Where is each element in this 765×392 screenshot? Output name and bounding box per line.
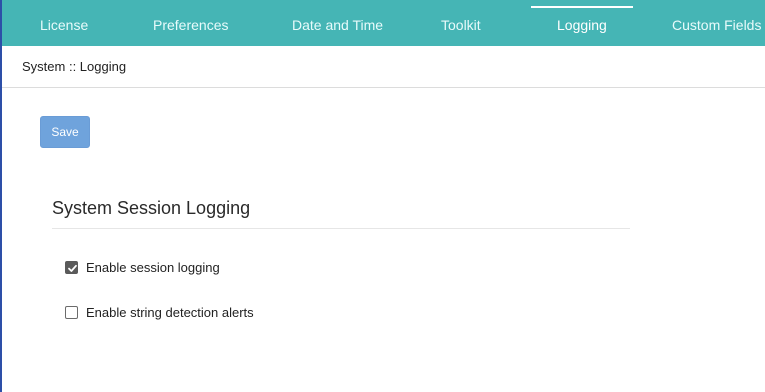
section-title: System Session Logging <box>52 198 251 218</box>
save-button[interactable]: Save <box>40 116 90 148</box>
enable-session-logging-label: Enable session logging <box>86 259 220 275</box>
tab-bar: License Preferences Date and Time Toolki… <box>2 0 765 46</box>
tab-preferences[interactable]: Preferences <box>153 0 228 46</box>
tab-custom-fields[interactable]: Custom Fields <box>672 0 761 46</box>
tab-date-and-time[interactable]: Date and Time <box>292 0 383 46</box>
tab-toolkit[interactable]: Toolkit <box>441 0 481 46</box>
section-divider <box>52 228 630 229</box>
checkmark-icon <box>68 264 77 272</box>
enable-session-logging-option[interactable]: Enable session logging <box>65 259 220 275</box>
app-frame: License Preferences Date and Time Toolki… <box>0 0 765 392</box>
enable-string-detection-alerts-checkbox[interactable] <box>65 305 78 319</box>
tab-logging[interactable]: Logging <box>531 0 633 46</box>
enable-string-detection-alerts-option[interactable]: Enable string detection alerts <box>65 304 254 320</box>
enable-string-detection-alerts-label: Enable string detection alerts <box>86 304 254 320</box>
breadcrumb-text: System :: Logging <box>22 59 127 74</box>
breadcrumb: System :: Logging <box>2 46 765 88</box>
enable-session-logging-checkbox[interactable] <box>65 260 78 274</box>
tab-license[interactable]: License <box>40 0 88 46</box>
